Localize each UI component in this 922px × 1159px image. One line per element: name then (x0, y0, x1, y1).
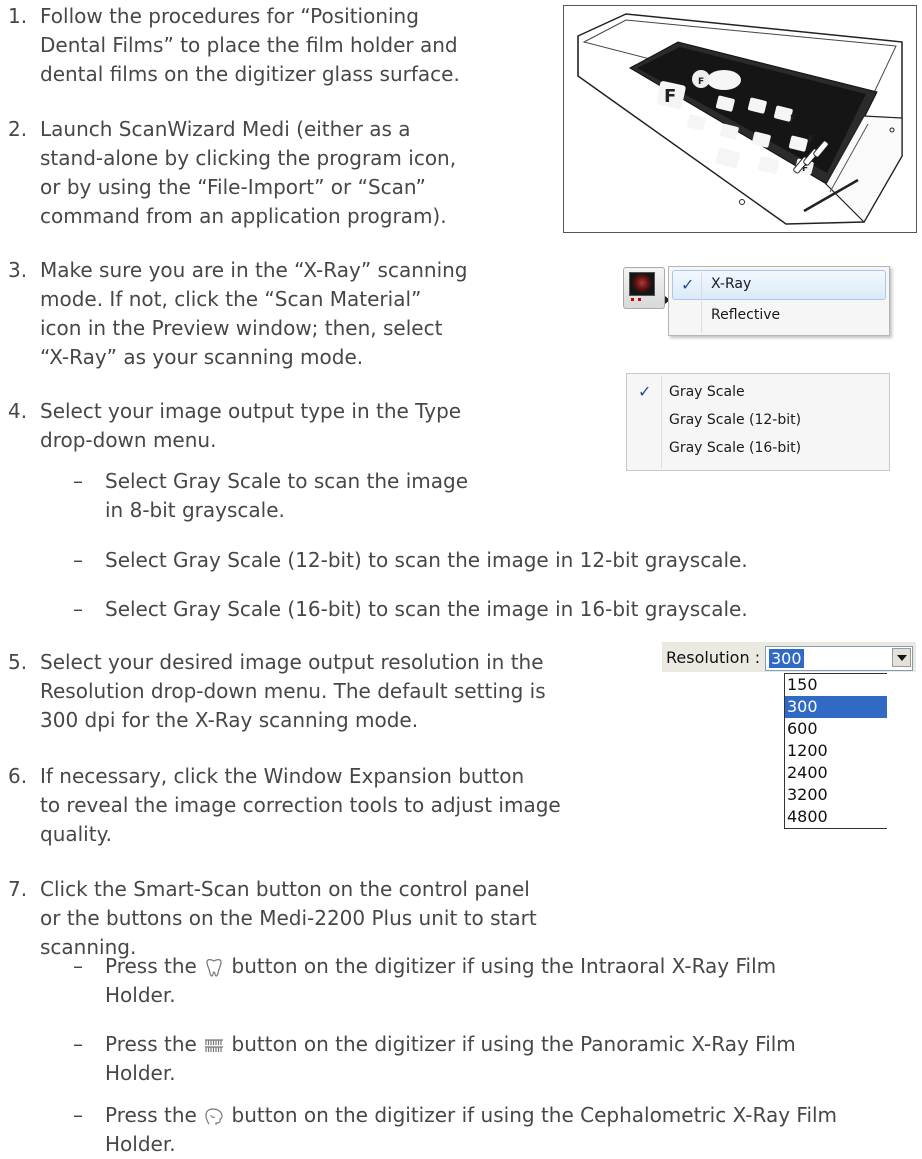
sub-7a-line2: Holder. (105, 983, 176, 1007)
scanner-illustration: F F F F F (563, 5, 917, 233)
film-letter: F (664, 86, 676, 107)
sub-7c-line: Press the button on the digitizer if usi… (105, 1101, 837, 1130)
film-letter: F (698, 77, 704, 87)
red-dots (631, 298, 641, 304)
resolution-option[interactable]: 4800 (785, 806, 887, 828)
resolution-label: Resolution : (666, 648, 761, 667)
menu-item-gray-scale[interactable]: Gray Scale (669, 384, 889, 400)
sub-7a-line: Press the button on the digitizer if usi… (105, 952, 776, 981)
step-3-line: mode. If not, click the “Scan Material” (40, 287, 422, 311)
tooth-icon (203, 957, 225, 979)
sub-7a-before: Press the (105, 954, 204, 978)
sub-7b-after: button on the digitizer if using the Pan… (225, 1032, 796, 1056)
resolution-value: 300 (769, 649, 804, 668)
step-6-line: to reveal the image correction tools to … (40, 793, 561, 817)
step-7-number: 7. (8, 877, 28, 901)
resolution-option[interactable]: 1200 (785, 740, 887, 762)
step-1-number: 1. (8, 4, 28, 28)
step-2-line: or by using the “File-Import” or “Scan” (40, 175, 426, 199)
head-profile-icon (203, 1106, 225, 1128)
step-4-line: drop-down menu. (40, 428, 217, 452)
check-icon: ✓ (638, 382, 652, 401)
menu-item-gray-scale-16[interactable]: Gray Scale (16-bit) (669, 440, 889, 456)
scan-material-button[interactable] (623, 267, 670, 309)
step-5-line: 300 dpi for the X-Ray scanning mode. (40, 708, 419, 732)
resolution-dropdown[interactable]: 300 (765, 646, 913, 671)
sub-7a-after: button on the digitizer if using the Int… (225, 954, 777, 978)
sub-7c-line2: Holder. (105, 1132, 176, 1156)
step-5-line: Resolution drop-down menu. The default s… (40, 679, 546, 703)
sub-7b-text: Press the button on the digitizer if usi… (105, 1030, 796, 1088)
sub-4c-line: Select Gray Scale (16-bit) to scan the i… (105, 597, 748, 621)
step-6-number: 6. (8, 764, 28, 788)
sub-4c-text: Select Gray Scale (16-bit) to scan the i… (105, 595, 748, 624)
scan-material-menu: ✓ X-Ray Reflective (668, 266, 890, 336)
sub-4a-text: Select Gray Scale to scan the image in 8… (105, 467, 468, 525)
step-2-line: command from an application program). (40, 204, 447, 228)
sub-7a-dash: – (73, 954, 83, 978)
resolution-options-list: 150 300 600 1200 2400 3200 4800 (784, 673, 887, 829)
teeth-row-icon (203, 1035, 225, 1057)
menu-item-reflective[interactable]: Reflective (711, 307, 889, 323)
sub-7b-dash: – (73, 1032, 83, 1056)
step-1-line: Dental Films” to place the film holder a… (40, 33, 458, 57)
sub-4a-line: Select Gray Scale to scan the image (105, 469, 469, 493)
resolution-option[interactable]: 2400 (785, 762, 887, 784)
step-2-text: Launch ScanWizard Medi (either as a stan… (40, 115, 456, 231)
sub-4b-line: Select Gray Scale (12-bit) to scan the i… (105, 548, 748, 572)
sub-7b-before: Press the (105, 1032, 204, 1056)
film-letter: F (790, 114, 796, 124)
resolution-option-selected[interactable]: 300 (785, 696, 887, 718)
resolution-option[interactable]: 3200 (785, 784, 887, 806)
film-letter: F (808, 135, 814, 145)
sub-4b-text: Select Gray Scale (12-bit) to scan the i… (105, 546, 748, 575)
sub-7b-line2: Holder. (105, 1061, 176, 1085)
menu-separator (661, 376, 662, 468)
step-6-line: If necessary, click the Window Expansion… (40, 764, 525, 788)
step-3-line: Make sure you are in the “X-Ray” scannin… (40, 258, 468, 282)
sub-4b-dash: – (73, 548, 83, 572)
menu-separator (701, 269, 702, 333)
step-2-line: Launch ScanWizard Medi (either as a (40, 117, 411, 141)
scanner-drawing: F F F F F (577, 13, 903, 225)
sub-7c-after: button on the digitizer if using the Cep… (225, 1103, 838, 1127)
step-4-number: 4. (8, 399, 28, 423)
type-menu: ✓ Gray Scale Gray Scale (12-bit) Gray Sc… (626, 373, 890, 471)
step-3-number: 3. (8, 258, 28, 282)
scan-material-image (629, 272, 655, 296)
step-6-line: quality. (40, 822, 112, 846)
step-7-text: Click the Smart-Scan button on the contr… (40, 875, 537, 962)
sub-4a-line: in 8-bit grayscale. (105, 498, 285, 522)
step-3-text: Make sure you are in the “X-Ray” scannin… (40, 256, 468, 372)
sub-7a-text: Press the button on the digitizer if usi… (105, 952, 776, 1010)
step-7-line: or the buttons on the Medi-2200 Plus uni… (40, 906, 537, 930)
sub-4a-dash: – (73, 469, 83, 493)
dropdown-button[interactable] (892, 648, 911, 667)
sub-4c-dash: – (73, 597, 83, 621)
sub-7c-dash: – (73, 1103, 83, 1127)
step-5-line: Select your desired image output resolut… (40, 650, 544, 674)
chevron-down-icon (897, 655, 907, 661)
step-4-line: Select your image output type in the Typ… (40, 399, 462, 423)
step-6-text: If necessary, click the Window Expansion… (40, 762, 561, 849)
check-icon: ✓ (681, 275, 695, 294)
step-3-line: “X-Ray” as your scanning mode. (40, 345, 364, 369)
step-3-line: icon in the Preview window; then, select (40, 316, 443, 340)
step-1-text: Follow the procedures for “Positioning D… (40, 2, 460, 89)
step-2-line: stand-alone by clicking the program icon… (40, 146, 457, 170)
step-5-text: Select your desired image output resolut… (40, 648, 546, 735)
step-1-line: Follow the procedures for “Positioning (40, 4, 419, 28)
step-1-line: dental films on the digitizer glass surf… (40, 62, 460, 86)
menu-item-xray[interactable]: X-Ray (711, 276, 889, 292)
sub-7b-line: Press the button on the digitizer if usi… (105, 1030, 796, 1059)
resolution-option[interactable]: 600 (785, 718, 887, 740)
sub-7c-text: Press the button on the digitizer if usi… (105, 1101, 837, 1159)
resolution-option[interactable]: 150 (785, 674, 887, 696)
step-5-number: 5. (8, 650, 28, 674)
step-4-text: Select your image output type in the Typ… (40, 397, 461, 455)
menu-item-gray-scale-12[interactable]: Gray Scale (12-bit) (669, 412, 889, 428)
step-7-line: Click the Smart-Scan button on the contr… (40, 877, 530, 901)
sub-7c-before: Press the (105, 1103, 204, 1127)
step-2-number: 2. (8, 117, 28, 141)
